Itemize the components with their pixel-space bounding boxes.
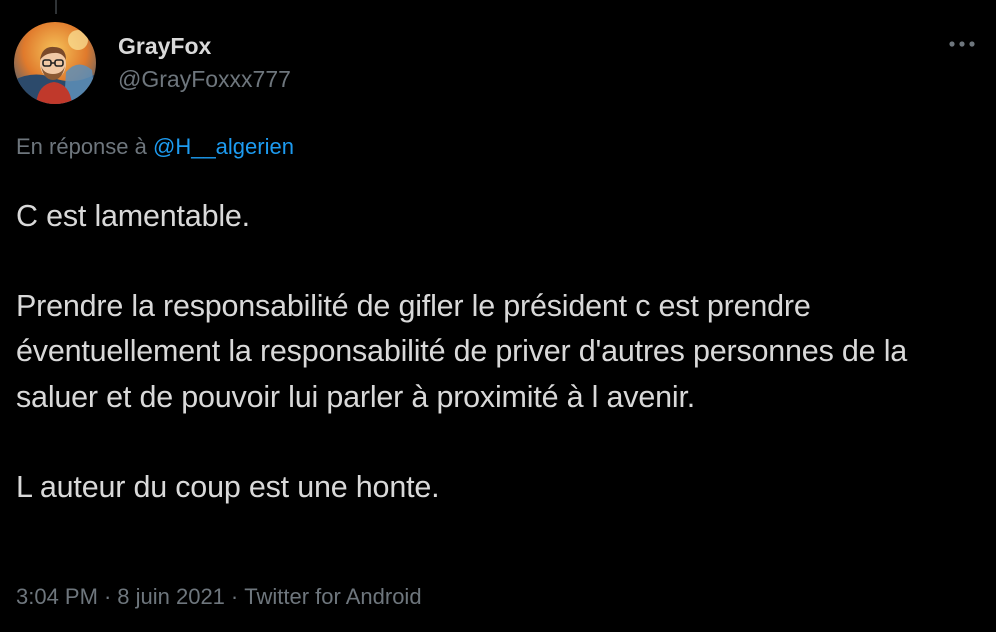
tweet-time[interactable]: 3:04 PM [16, 584, 98, 609]
avatar-image [14, 22, 96, 104]
tweet-metadata: 3:04 PM · 8 juin 2021 · Twitter for Android [16, 583, 422, 611]
thread-connector-line [55, 0, 57, 14]
tweet-text: C est lamentable. Prendre la responsabil… [16, 194, 986, 510]
reply-context: En réponse à @H__algerien [16, 133, 294, 161]
tweet-paragraph: C est lamentable. [16, 199, 250, 233]
meta-separator: · [230, 584, 239, 609]
meta-separator: · [103, 584, 112, 609]
tweet-paragraph: L auteur du coup est une honte. [16, 469, 440, 504]
tweet-paragraph: Prendre la responsabilité de gifler le p… [16, 289, 908, 414]
tweet-source[interactable]: Twitter for Android [244, 584, 421, 609]
author-display-name[interactable]: GrayFox [118, 32, 211, 60]
reply-prefix: En réponse à [16, 134, 153, 159]
more-horizontal-icon [949, 41, 975, 47]
avatar[interactable] [14, 22, 96, 104]
tweet-date[interactable]: 8 juin 2021 [117, 584, 225, 609]
reply-mention-link[interactable]: @H__algerien [153, 134, 294, 159]
author-handle[interactable]: @GrayFoxxx777 [118, 65, 291, 93]
more-options-button[interactable] [940, 28, 984, 60]
